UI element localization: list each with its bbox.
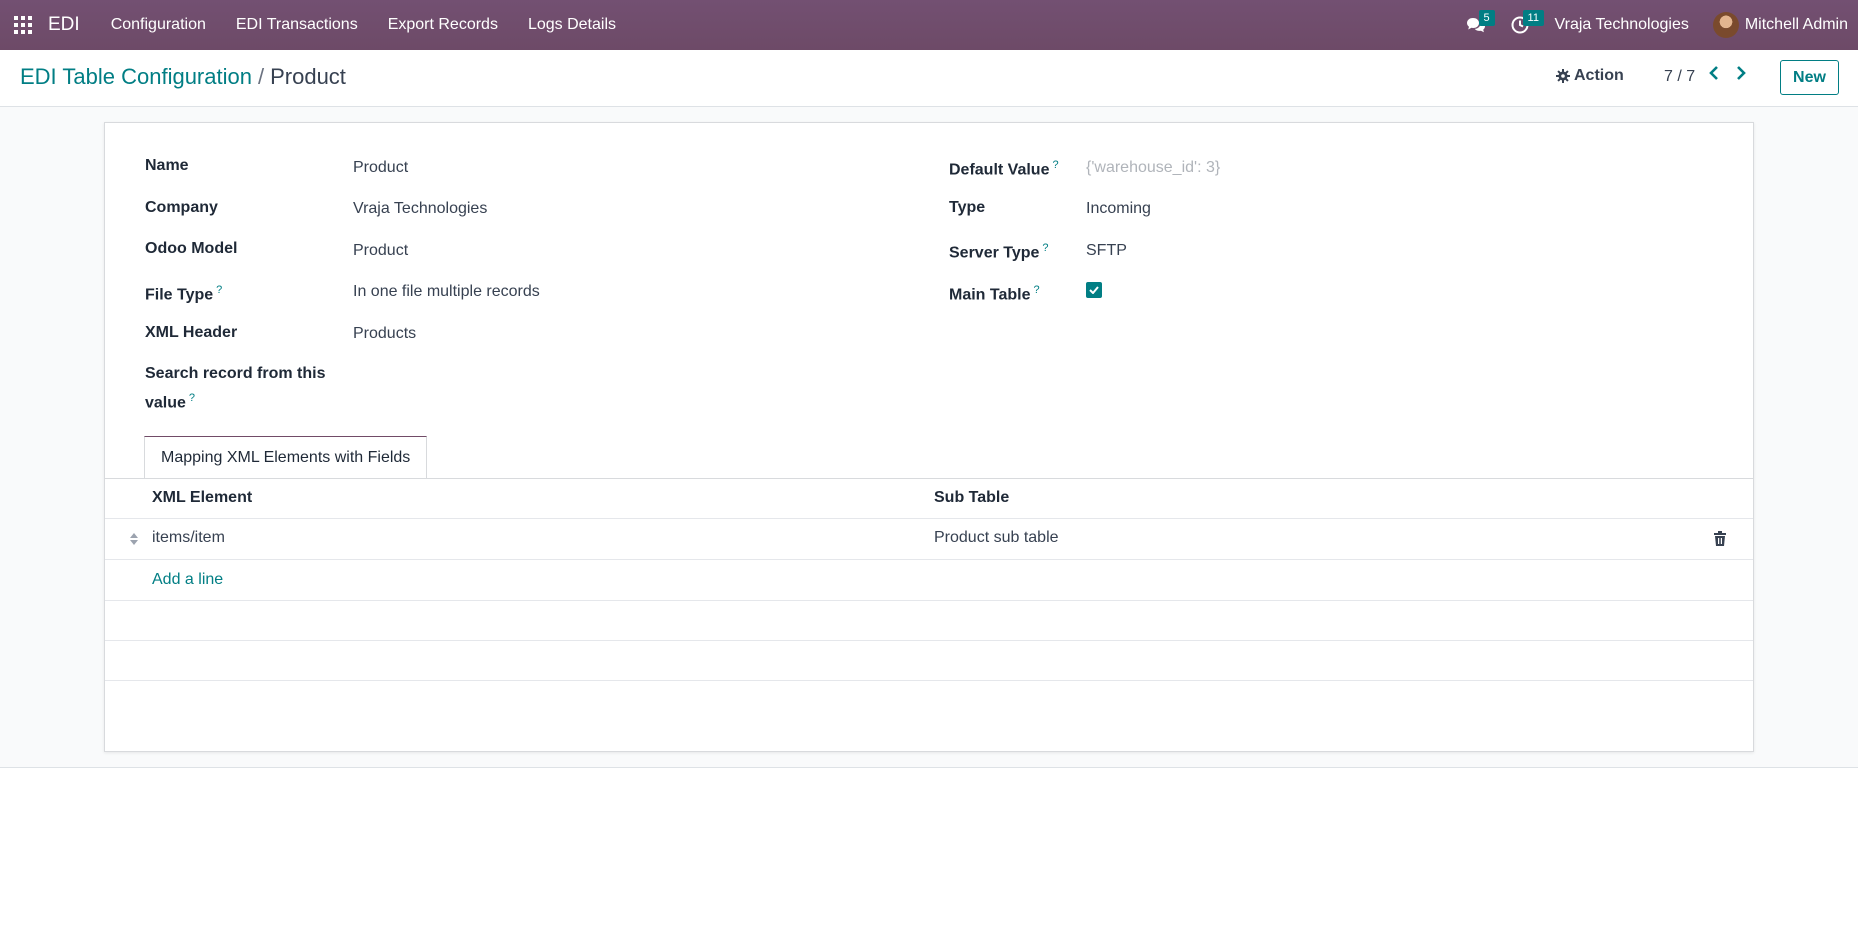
field-label-main-table: Main Table? [949,284,1040,304]
empty-list-row [105,601,1753,641]
field-label-company: Company [145,199,218,216]
cell-xml-element[interactable]: items/item [152,529,225,547]
menu-configuration[interactable]: Configuration [96,16,221,34]
field-label-default-value: Default Value? [949,159,1059,179]
field-value-type[interactable]: Incoming [1086,196,1151,221]
field-value-odoo-model[interactable]: Product [353,238,408,263]
column-header-xml-element[interactable]: XML Element [152,489,252,507]
gear-icon [1556,69,1570,83]
field-label-search-record-line2: value? [145,392,196,412]
field-value-server-type[interactable]: SFTP [1086,238,1127,263]
main-table-checkbox[interactable] [1086,282,1102,298]
user-avatar[interactable] [1712,12,1739,38]
chevron-left-icon [1709,66,1718,80]
field-value-name[interactable]: Product [353,155,408,180]
field-label-xml-header: XML Header [145,324,238,341]
field-label-name: Name [145,157,189,174]
help-tooltip-icon[interactable]: ? [1042,242,1048,254]
user-menu[interactable]: Mitchell Admin [1745,16,1848,34]
messages-button[interactable]: 5 [1461,10,1495,40]
field-value-company[interactable]: Vraja Technologies [353,196,487,221]
add-line-row: Add a line [105,560,1753,601]
pager-value[interactable]: 7 / 7 [1664,68,1695,86]
new-record-button[interactable]: New [1780,60,1839,95]
pager-previous-button[interactable] [1708,65,1728,89]
main-menu: Configuration EDI Transactions Export Re… [96,16,631,34]
checkmark-icon [1089,286,1099,294]
drag-handle-icon[interactable] [129,532,139,546]
field-value-xml-header[interactable]: Products [353,321,416,346]
app-brand[interactable]: EDI [48,14,80,36]
help-tooltip-icon[interactable]: ? [1052,159,1058,171]
breadcrumb: EDI Table Configuration / Product [20,64,346,90]
field-label-search-record: Search record from this [145,365,326,382]
help-tooltip-icon[interactable]: ? [1034,284,1040,296]
company-switcher[interactable]: Vraja Technologies [1555,16,1689,34]
apps-grid-icon[interactable] [14,16,32,34]
add-line-link[interactable]: Add a line [152,571,223,589]
activities-button[interactable]: 11 [1505,10,1544,40]
table-row[interactable]: items/item Product sub table [105,519,1753,560]
menu-logs-details[interactable]: Logs Details [513,16,631,34]
systray: 5 11 Vraja Technologies Mitchell Admin [1461,0,1858,50]
help-tooltip-icon[interactable]: ? [189,392,195,404]
pager-next-button[interactable] [1735,65,1755,89]
field-label-server-type: Server Type? [949,242,1049,262]
top-navbar: EDI Configuration EDI Transactions Expor… [0,0,1858,50]
field-value-search-record[interactable] [353,363,853,388]
cell-sub-table[interactable]: Product sub table [934,529,1059,547]
action-label: Action [1574,67,1624,84]
trash-icon[interactable] [1713,531,1727,547]
field-input-default-value[interactable]: {'warehouse_id': 3} [1086,155,1220,180]
chevron-right-icon [1737,66,1746,80]
menu-export-records[interactable]: Export Records [373,16,513,34]
tab-mapping-xml-elements[interactable]: Mapping XML Elements with Fields [144,436,428,478]
breadcrumb-current: Product [270,64,346,89]
activities-count-badge: 11 [1522,10,1544,26]
column-header-sub-table[interactable]: Sub Table [934,489,1009,507]
messages-count-badge: 5 [1478,10,1495,26]
list-header: XML Element Sub Table [105,479,1753,519]
menu-edi-transactions[interactable]: EDI Transactions [221,16,373,34]
action-menu-button[interactable]: Action [1556,67,1624,85]
field-value-file-type[interactable]: In one file multiple records [353,279,540,304]
breadcrumb-separator: / [257,64,265,89]
help-tooltip-icon[interactable]: ? [216,284,222,296]
empty-list-row [105,641,1753,681]
field-label-file-type: File Type? [145,284,223,304]
field-label-type: Type [949,199,986,216]
field-label-odoo-model: Odoo Model [145,240,238,257]
control-panel: EDI Table Configuration / Product Action 7… [0,50,1858,107]
breadcrumb-parent-link[interactable]: EDI Table Configuration [20,64,252,89]
